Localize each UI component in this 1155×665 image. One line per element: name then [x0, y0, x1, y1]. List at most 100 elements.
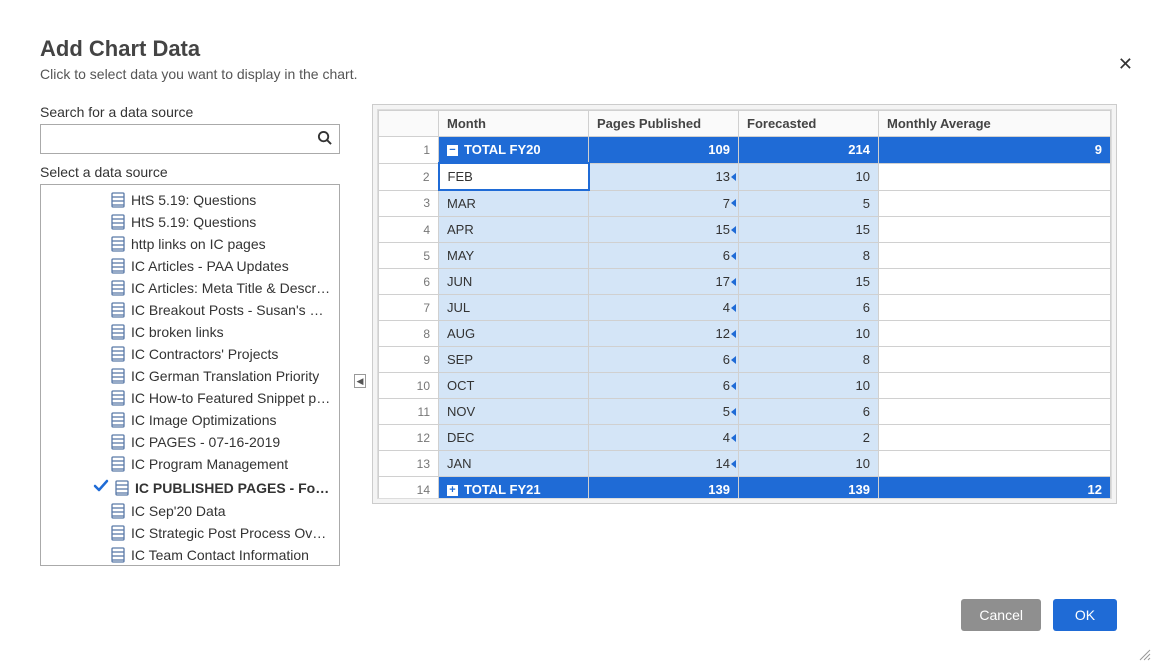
data-source-item[interactable]: IC Articles - PAA Updates	[41, 255, 339, 277]
month-cell[interactable]: +TOTAL FY21	[439, 477, 589, 500]
data-source-list[interactable]: HtS 5.19: QuestionsHtS 5.19: Questionsht…	[40, 184, 340, 566]
col-forecast[interactable]: Forecasted	[739, 111, 879, 137]
forecast-cell[interactable]: 139	[739, 477, 879, 500]
table-row[interactable]: 8AUG1210	[379, 321, 1111, 347]
table-row[interactable]: 4APR1515	[379, 217, 1111, 243]
pages-cell[interactable]: 14	[589, 451, 739, 477]
data-source-item[interactable]: http links on IC pages	[41, 233, 339, 255]
table-row[interactable]: 7JUL46	[379, 295, 1111, 321]
avg-cell[interactable]	[879, 373, 1111, 399]
rownum-cell[interactable]: 7	[379, 295, 439, 321]
month-cell[interactable]: JUN	[439, 269, 589, 295]
month-cell[interactable]: JAN	[439, 451, 589, 477]
pages-cell[interactable]: 6	[589, 347, 739, 373]
forecast-cell[interactable]: 15	[739, 217, 879, 243]
rownum-cell[interactable]: 14	[379, 477, 439, 500]
data-source-item[interactable]: IC German Translation Priority	[41, 365, 339, 387]
avg-cell[interactable]	[879, 243, 1111, 269]
month-cell[interactable]: MAR	[439, 190, 589, 217]
table-row[interactable]: 13JAN1410	[379, 451, 1111, 477]
table-row[interactable]: 5MAY68	[379, 243, 1111, 269]
forecast-cell[interactable]: 214	[739, 137, 879, 164]
avg-cell[interactable]	[879, 321, 1111, 347]
avg-cell[interactable]	[879, 347, 1111, 373]
rownum-cell[interactable]: 13	[379, 451, 439, 477]
forecast-cell[interactable]: 6	[739, 399, 879, 425]
avg-cell[interactable]	[879, 217, 1111, 243]
rownum-cell[interactable]: 8	[379, 321, 439, 347]
month-cell[interactable]: APR	[439, 217, 589, 243]
pages-cell[interactable]: 4	[589, 295, 739, 321]
data-source-item[interactable]: IC Sep'20 Data	[41, 500, 339, 522]
data-source-item[interactable]: IC How-to Featured Snippet proje	[41, 387, 339, 409]
forecast-cell[interactable]: 6	[739, 295, 879, 321]
pages-cell[interactable]: 7	[589, 190, 739, 217]
rownum-cell[interactable]: 10	[379, 373, 439, 399]
rownum-cell[interactable]: 1	[379, 137, 439, 164]
forecast-cell[interactable]: 2	[739, 425, 879, 451]
table-row[interactable]: 11NOV56	[379, 399, 1111, 425]
pages-cell[interactable]: 15	[589, 217, 739, 243]
rownum-cell[interactable]: 3	[379, 190, 439, 217]
data-source-item[interactable]: IC PUBLISHED PAGES - For Dash	[41, 475, 339, 500]
pages-cell[interactable]: 5	[589, 399, 739, 425]
rownum-cell[interactable]: 4	[379, 217, 439, 243]
avg-cell[interactable]	[879, 295, 1111, 321]
table-row[interactable]: 10OCT610	[379, 373, 1111, 399]
avg-cell[interactable]: 12	[879, 477, 1111, 500]
data-source-item[interactable]: IC Program Management	[41, 453, 339, 475]
forecast-cell[interactable]: 5	[739, 190, 879, 217]
data-source-item[interactable]: IC PAGES - 07-16-2019	[41, 431, 339, 453]
collapse-icon[interactable]: −	[447, 145, 458, 156]
month-cell[interactable]: MAY	[439, 243, 589, 269]
cancel-button[interactable]: Cancel	[961, 599, 1041, 631]
forecast-cell[interactable]: 10	[739, 373, 879, 399]
data-source-item[interactable]: IC Contractors' Projects	[41, 343, 339, 365]
month-cell[interactable]: JUL	[439, 295, 589, 321]
table-row[interactable]: 3MAR75	[379, 190, 1111, 217]
pages-cell[interactable]: 4	[589, 425, 739, 451]
table-total-row[interactable]: 14+TOTAL FY2113913912	[379, 477, 1111, 500]
month-cell[interactable]: OCT	[439, 373, 589, 399]
data-source-item[interactable]: IC broken links	[41, 321, 339, 343]
avg-cell[interactable]	[879, 425, 1111, 451]
table-row[interactable]: 9SEP68	[379, 347, 1111, 373]
forecast-cell[interactable]: 10	[739, 451, 879, 477]
data-source-item[interactable]: IC Strategic Post Process Overvie	[41, 522, 339, 544]
table-row[interactable]: 12DEC42	[379, 425, 1111, 451]
rownum-cell[interactable]: 6	[379, 269, 439, 295]
pages-cell[interactable]: 13	[589, 163, 739, 190]
rownum-cell[interactable]: 9	[379, 347, 439, 373]
collapse-panel-icon[interactable]: ◀	[354, 374, 366, 388]
data-source-item[interactable]: IC Articles: Meta Title & Descriptio	[41, 277, 339, 299]
col-pages[interactable]: Pages Published	[589, 111, 739, 137]
table-row[interactable]: 2FEB1310	[379, 163, 1111, 190]
data-source-item[interactable]: HtS 5.19: Questions	[41, 211, 339, 233]
month-cell[interactable]: AUG	[439, 321, 589, 347]
pages-cell[interactable]: 6	[589, 373, 739, 399]
month-cell[interactable]: NOV	[439, 399, 589, 425]
avg-cell[interactable]	[879, 399, 1111, 425]
data-source-item[interactable]: IC Breakout Posts - Susan's Repo	[41, 299, 339, 321]
avg-cell[interactable]	[879, 163, 1111, 190]
pages-cell[interactable]: 109	[589, 137, 739, 164]
forecast-cell[interactable]: 15	[739, 269, 879, 295]
col-avg[interactable]: Monthly Average	[879, 111, 1111, 137]
month-cell[interactable]: FEB	[439, 163, 589, 190]
month-cell[interactable]: DEC	[439, 425, 589, 451]
forecast-cell[interactable]: 10	[739, 163, 879, 190]
ok-button[interactable]: OK	[1053, 599, 1117, 631]
data-source-item[interactable]: IC Team Contact Information	[41, 544, 339, 566]
search-input[interactable]	[40, 124, 340, 154]
table-row[interactable]: 6JUN1715	[379, 269, 1111, 295]
data-source-item[interactable]: IC Image Optimizations	[41, 409, 339, 431]
resize-grip-icon[interactable]	[1137, 647, 1151, 661]
forecast-cell[interactable]: 10	[739, 321, 879, 347]
avg-cell[interactable]	[879, 451, 1111, 477]
table-total-row[interactable]: 1−TOTAL FY201092149	[379, 137, 1111, 164]
data-source-item[interactable]: HtS 5.19: Questions	[41, 189, 339, 211]
avg-cell[interactable]	[879, 269, 1111, 295]
rownum-cell[interactable]: 12	[379, 425, 439, 451]
expand-icon[interactable]: +	[447, 485, 458, 496]
avg-cell[interactable]	[879, 190, 1111, 217]
